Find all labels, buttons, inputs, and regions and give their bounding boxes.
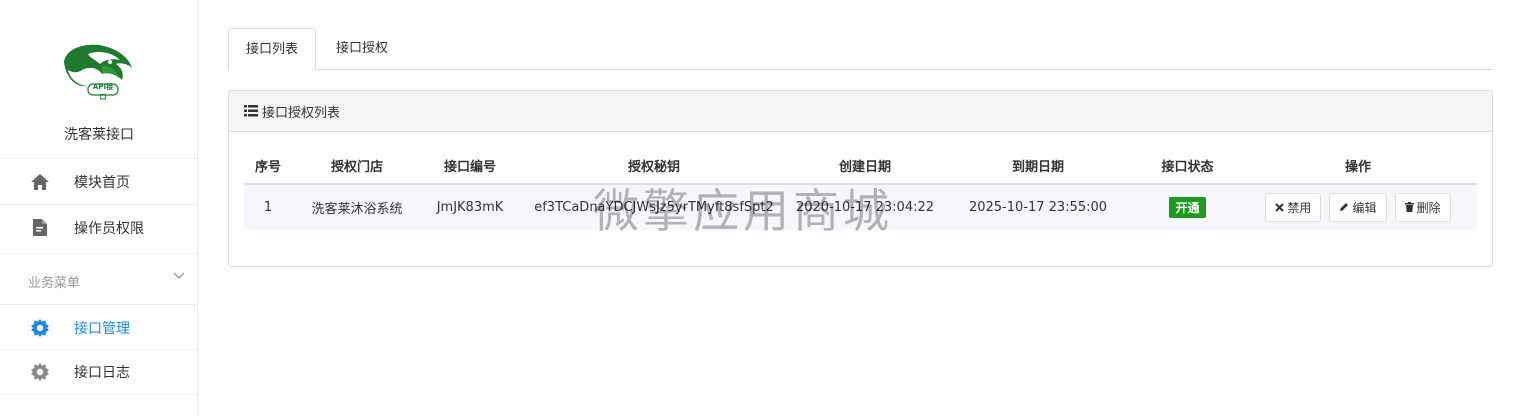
gear-icon [30,362,50,382]
disable-button-label: 禁用 [1287,201,1312,216]
tab-api-list[interactable]: 接口列表 [228,28,316,70]
close-icon [1275,203,1285,212]
edit-button-label: 编辑 [1352,200,1377,215]
sidebar-item-label: 模块首页 [74,174,130,191]
cell-expires: 2025-10-17 23:55:00 [940,184,1136,230]
gear-icon [30,318,50,338]
column-header: 操作 [1239,148,1477,185]
tab-label: 接口列表 [245,42,298,57]
sidebar-item-api-management[interactable]: 接口管理 [0,304,198,350]
tab-label: 接口授权 [335,41,388,56]
cell-store: 洗客莱沐浴系统 [292,184,422,230]
logo: API接口 [58,40,138,101]
sidebar-section-business-menu[interactable]: 业务菜单 [0,253,198,305]
table-row: 1 洗客莱沐浴系统 JmJK83mK ef3TCaDnaYDCJWsJz5yrT… [244,184,1477,230]
document-edit-icon [30,218,50,238]
column-header: 序号 [244,148,292,185]
cell-status: 开通 [1136,184,1239,230]
column-header: 到期日期 [940,148,1136,185]
tab-api-authorization[interactable]: 接口授权 [318,28,406,70]
panel-heading: 接口授权列表 [229,91,1492,132]
panel-title: 接口授权列表 [262,105,341,121]
cell-actions: 禁用 编辑 删除 [1239,184,1477,230]
delete-button-label: 删除 [1416,200,1441,215]
column-header: 授权门店 [292,148,422,185]
tab-bar: 接口列表 接口授权 [228,28,1493,70]
disable-button[interactable]: 禁用 [1265,193,1322,223]
sidebar-item-operator-permissions[interactable]: 操作员权限 [0,204,198,250]
cell-code: JmJK83mK [422,184,518,230]
status-badge: 开通 [1169,197,1206,218]
cell-index: 1 [244,184,292,230]
brand-name: 洗客莱接口 [64,127,134,143]
delete-button[interactable]: 删除 [1394,192,1451,222]
sidebar: API接口 洗客莱接口 模块首页 操作员权限 业务菜单 接口管理 接口日志 [0,0,198,416]
column-header: 接口状态 [1136,148,1239,185]
table-header-row: 序号 授权门店 接口编号 授权秘钥 创建日期 到期日期 接口状态 操作 [244,148,1477,185]
sidebar-item-label: 接口管理 [74,320,130,337]
sidebar-item-api-logs[interactable]: 接口日志 [0,349,198,395]
list-icon [244,105,258,117]
column-header: 接口编号 [422,148,518,185]
chevron-down-icon [172,269,186,283]
section-label: 业务菜单 [28,276,81,291]
home-icon [30,172,50,192]
pencil-icon [1340,203,1349,212]
logo-text: API接口 [92,83,114,101]
cell-created: 2020-10-17 23:04:22 [790,184,940,230]
sidebar-item-label: 操作员权限 [74,220,144,237]
trash-icon [1404,202,1414,213]
authorization-panel: 接口授权列表 序号 授权门店 接口编号 授权秘钥 创建日期 到期日期 接口状态 … [228,90,1493,267]
cell-secret: ef3TCaDnaYDCJWsJz5yrTMyft8sfSpt2 [518,184,790,230]
column-header: 创建日期 [790,148,940,185]
column-header: 授权秘钥 [518,148,790,185]
authorization-table: 序号 授权门店 接口编号 授权秘钥 创建日期 到期日期 接口状态 操作 1 洗客… [244,148,1477,230]
sidebar-item-label: 接口日志 [74,365,130,381]
edit-button[interactable]: 编辑 [1329,192,1387,222]
sidebar-item-home[interactable]: 模块首页 [0,158,198,204]
